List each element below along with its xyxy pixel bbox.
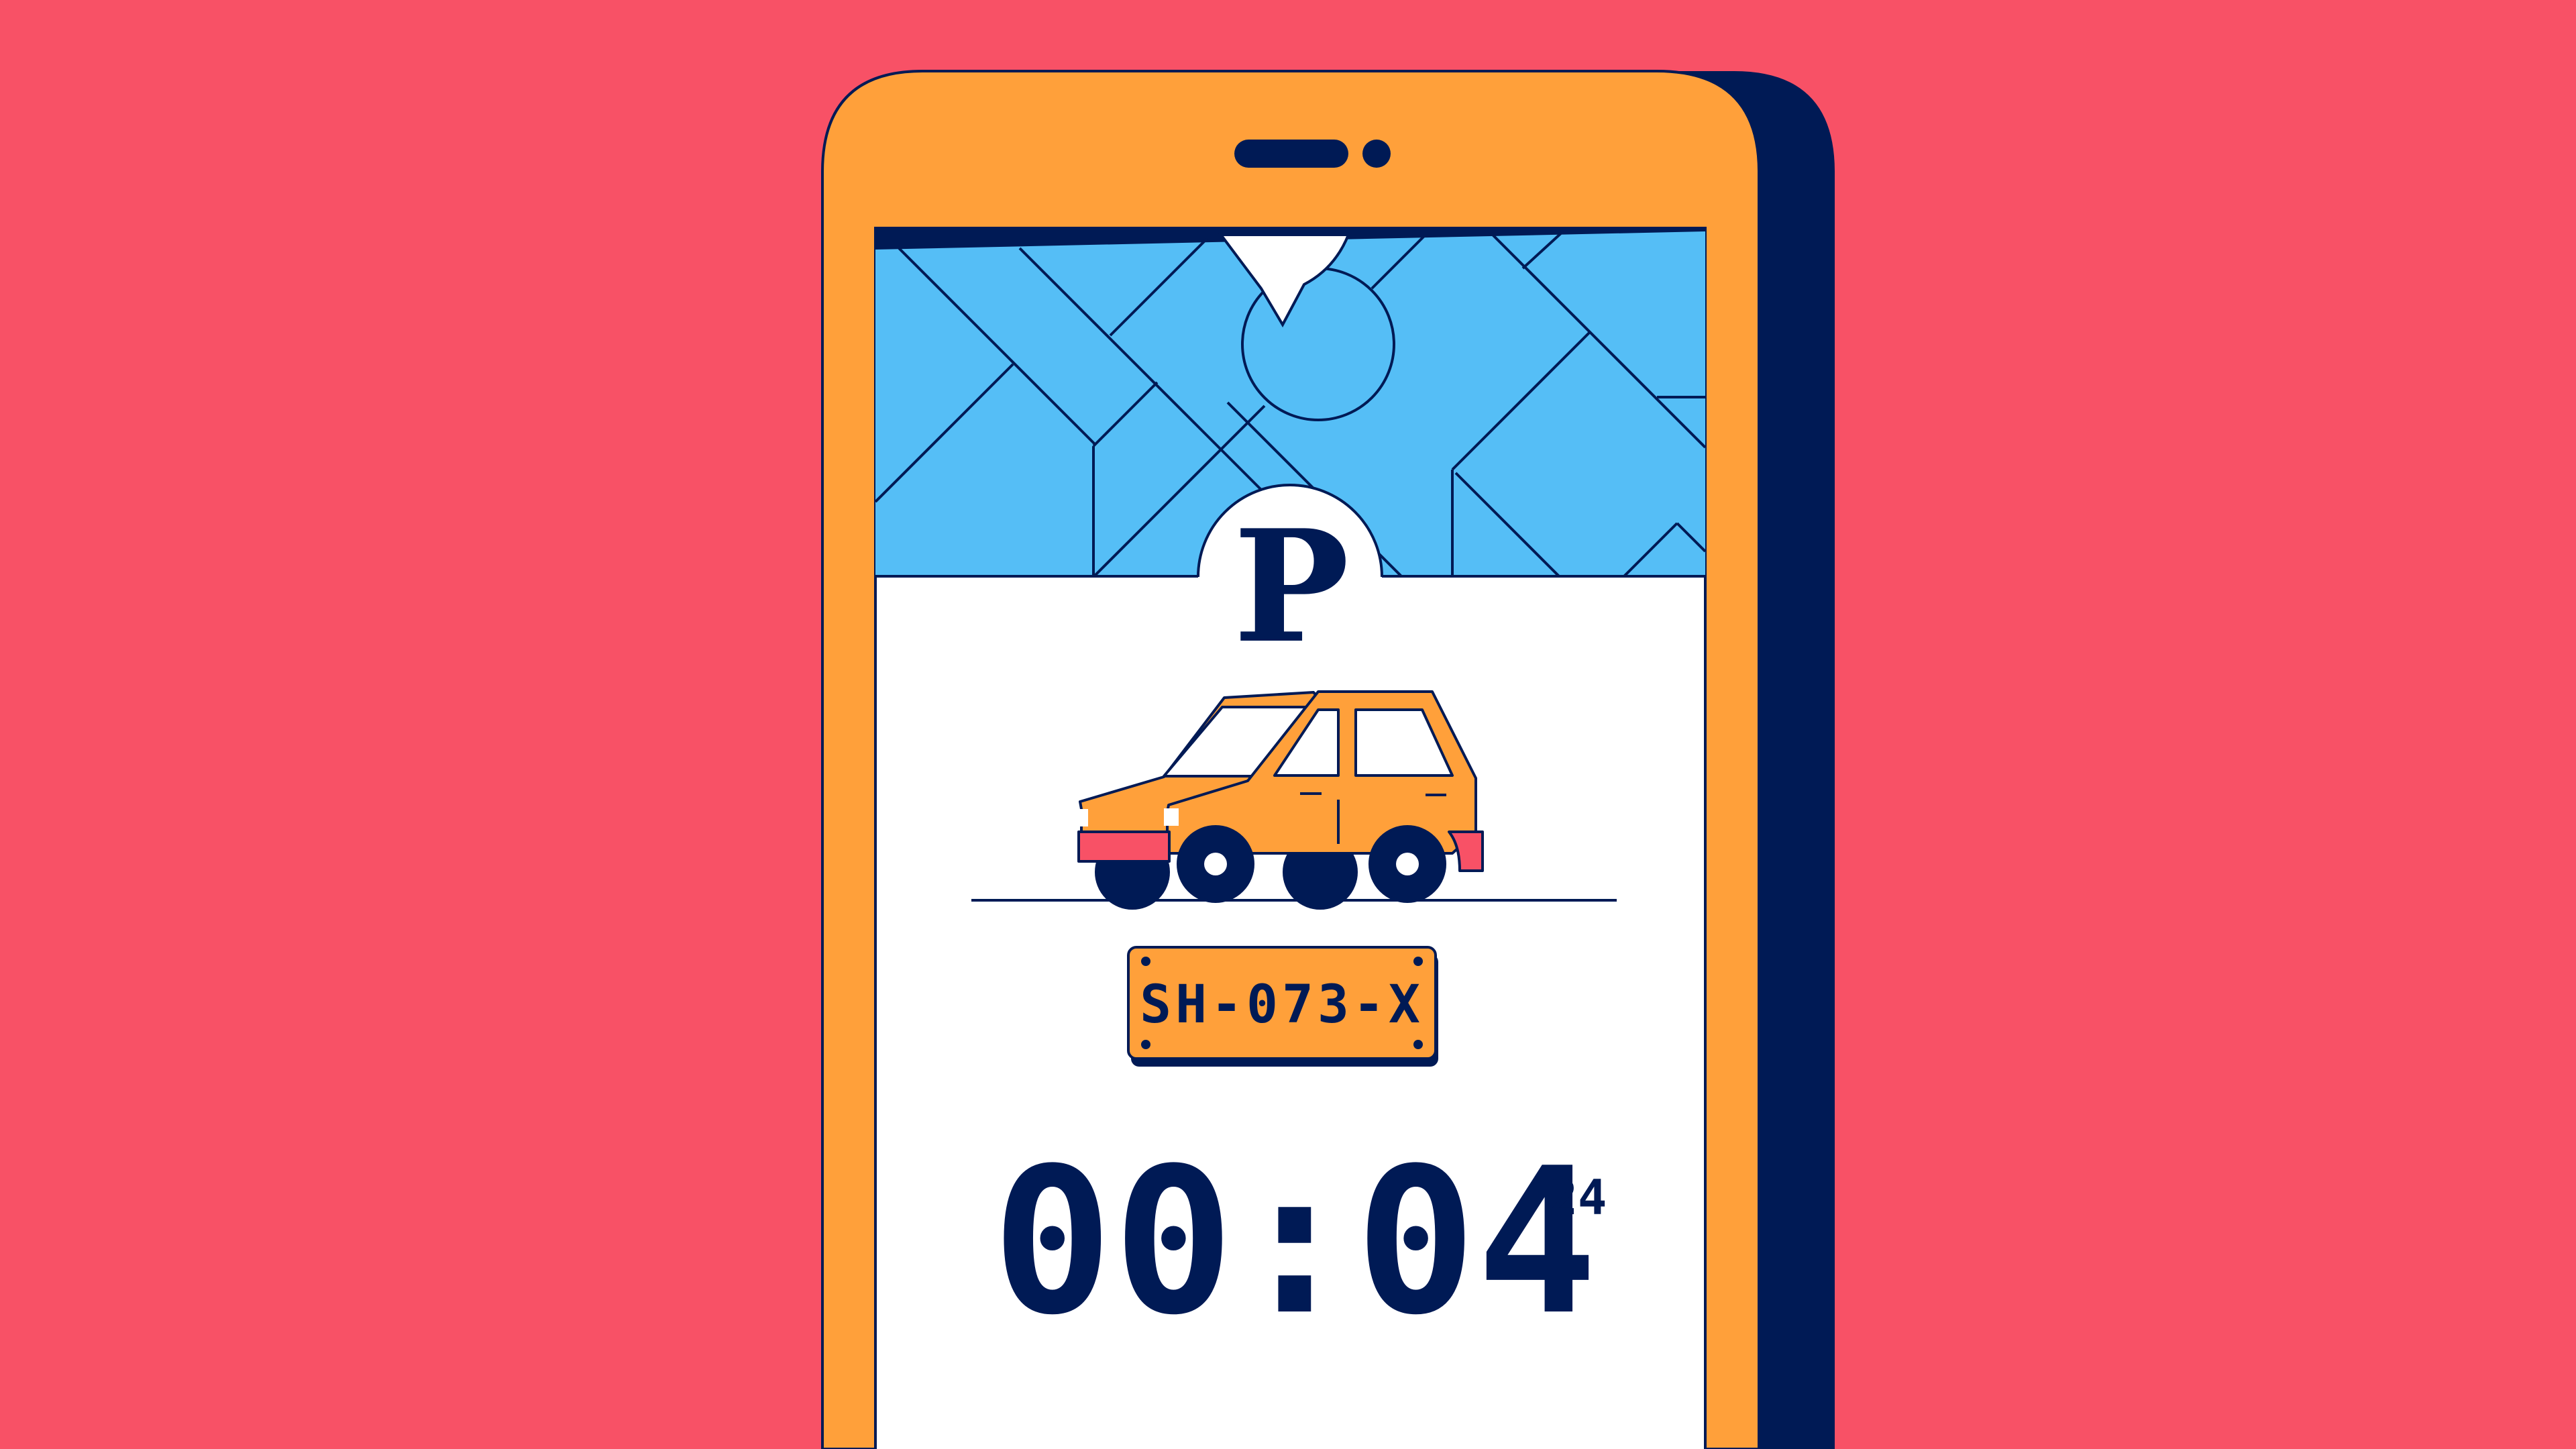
car-rear-hubcap [1204,853,1227,875]
illustration-canvas: P SH-073-X 00:04 24 [0,0,2576,1449]
parking-icon: P [1234,496,1350,678]
phone-speaker [1234,140,1348,168]
license-plate: SH-073-X [1127,946,1438,1067]
plate-screw [1141,957,1150,966]
plate-screw [1413,957,1423,966]
phone-camera [1362,140,1391,168]
car-front-hubcap [1396,853,1419,875]
car-rear-light [1077,809,1088,826]
timer-main: 00:04 [991,1125,1597,1359]
parking-timer: 00:04 24 [991,1125,1607,1359]
page: { "colors": { "background": "#F85166", "… [0,0,2576,1449]
parking-letter: P [1234,496,1350,678]
plate-screw [1141,1040,1150,1049]
car-rear-bumper [1077,830,1171,863]
car-tail-light [1164,808,1179,826]
license-plate-number: SH-073-X [1140,975,1424,1035]
timer-seconds: 24 [1549,1169,1607,1226]
plate-screw [1413,1040,1423,1049]
